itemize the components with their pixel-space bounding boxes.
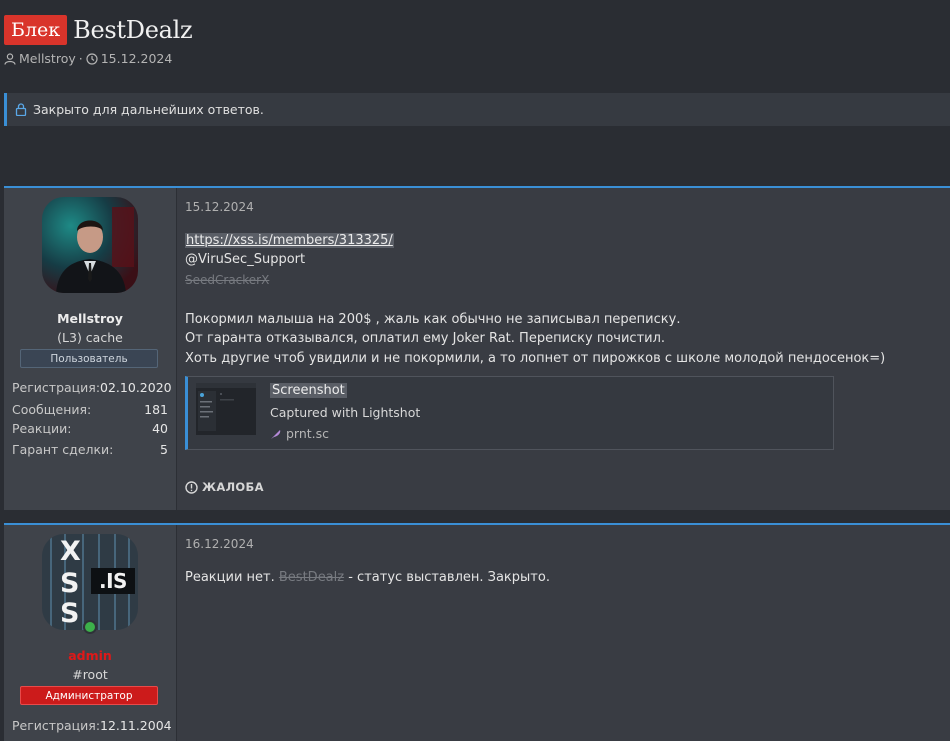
- embed-thumbnail[interactable]: [196, 383, 256, 435]
- embed-site-name: prnt.sc: [286, 426, 330, 441]
- struck-text[interactable]: BestDealz: [279, 570, 344, 585]
- thread-header: Блек BestDealz Mellstroy · 15.12.2024: [0, 0, 950, 90]
- meta-separator: ·: [78, 51, 83, 66]
- post-text-line: Реакции нет. BestDealz - статус выставле…: [185, 570, 550, 585]
- user-banner: Пользователь: [20, 349, 158, 368]
- stat-registration: Регистрация: 02.10.2020: [12, 379, 172, 395]
- thread-author-link[interactable]: Mellstroy: [19, 51, 76, 66]
- stat-reactions: Реакции: 40: [12, 420, 168, 436]
- embed-description: Captured with Lightshot: [270, 405, 421, 420]
- svg-text:S: S: [60, 598, 79, 629]
- closed-notice-text: Закрыто для дальнейших ответов.: [33, 102, 264, 117]
- feather-icon: [271, 429, 281, 439]
- embed-title-link[interactable]: Screenshot: [270, 383, 347, 398]
- report-button[interactable]: ЖАЛОБА: [185, 480, 264, 494]
- username[interactable]: Mellstroy: [4, 311, 176, 326]
- user-icon: [4, 52, 16, 65]
- username[interactable]: admin: [4, 648, 176, 663]
- thread-title-row: Блек BestDealz: [4, 15, 193, 45]
- handle-text: @ViruSec_Support: [185, 252, 306, 267]
- svg-text:X: X: [60, 536, 81, 567]
- user-banner: Администратор: [20, 686, 158, 705]
- post-text-line: Хоть другие чтоб увидили и не покормили,…: [185, 351, 886, 366]
- user-title: (L3) cache: [57, 330, 123, 345]
- svg-text:S: S: [60, 568, 79, 599]
- stat-guarantee: Гарант сделки: 5: [12, 441, 168, 457]
- post-user-cell: Mellstroy (L3) cache Пользователь Регист…: [4, 188, 177, 510]
- profile-link[interactable]: https://xss.is/members/313325/: [185, 233, 394, 248]
- avatar-badge-text: .IS: [99, 569, 127, 593]
- avatar[interactable]: X S S .IS: [42, 534, 138, 630]
- post-text-line: Покормил малыша на 200$ , жаль как обычн…: [185, 312, 681, 327]
- user-title: #root: [72, 667, 108, 682]
- post-date-link[interactable]: 15.12.2024: [185, 200, 254, 214]
- post: Mellstroy (L3) cache Пользователь Регист…: [4, 186, 950, 510]
- thread-title: BestDealz: [73, 16, 193, 44]
- post-user-cell: X S S .IS admin #root Администратор Реги…: [4, 525, 177, 741]
- lock-icon: [15, 103, 27, 116]
- stat-registration: Регистрация: 12.11.2004: [12, 717, 172, 733]
- embed-site[interactable]: prnt.sc: [270, 426, 329, 441]
- avatar[interactable]: [42, 197, 138, 293]
- thread-meta: Mellstroy · 15.12.2024: [4, 51, 172, 66]
- thread-date-link[interactable]: 15.12.2024: [101, 51, 173, 66]
- thread-prefix-badge[interactable]: Блек: [4, 15, 68, 45]
- alert-icon: [185, 480, 198, 494]
- report-label: ЖАЛОБА: [202, 480, 264, 494]
- link-preview-embed[interactable]: Screenshot Captured with Lightshot prnt.…: [185, 376, 834, 450]
- thread-closed-notice: Закрыто для дальнейших ответов.: [4, 93, 950, 126]
- struck-text: SeedCrackerX: [185, 273, 270, 287]
- post-text-line: От гаранта отказывался, оплатил ему Joke…: [185, 331, 666, 346]
- stat-messages: Сообщения: 181: [12, 401, 168, 417]
- post: X S S .IS admin #root Администратор Реги…: [4, 523, 950, 741]
- post-date-link[interactable]: 16.12.2024: [185, 537, 254, 551]
- online-status-indicator: [83, 620, 97, 634]
- clock-icon: [86, 52, 98, 65]
